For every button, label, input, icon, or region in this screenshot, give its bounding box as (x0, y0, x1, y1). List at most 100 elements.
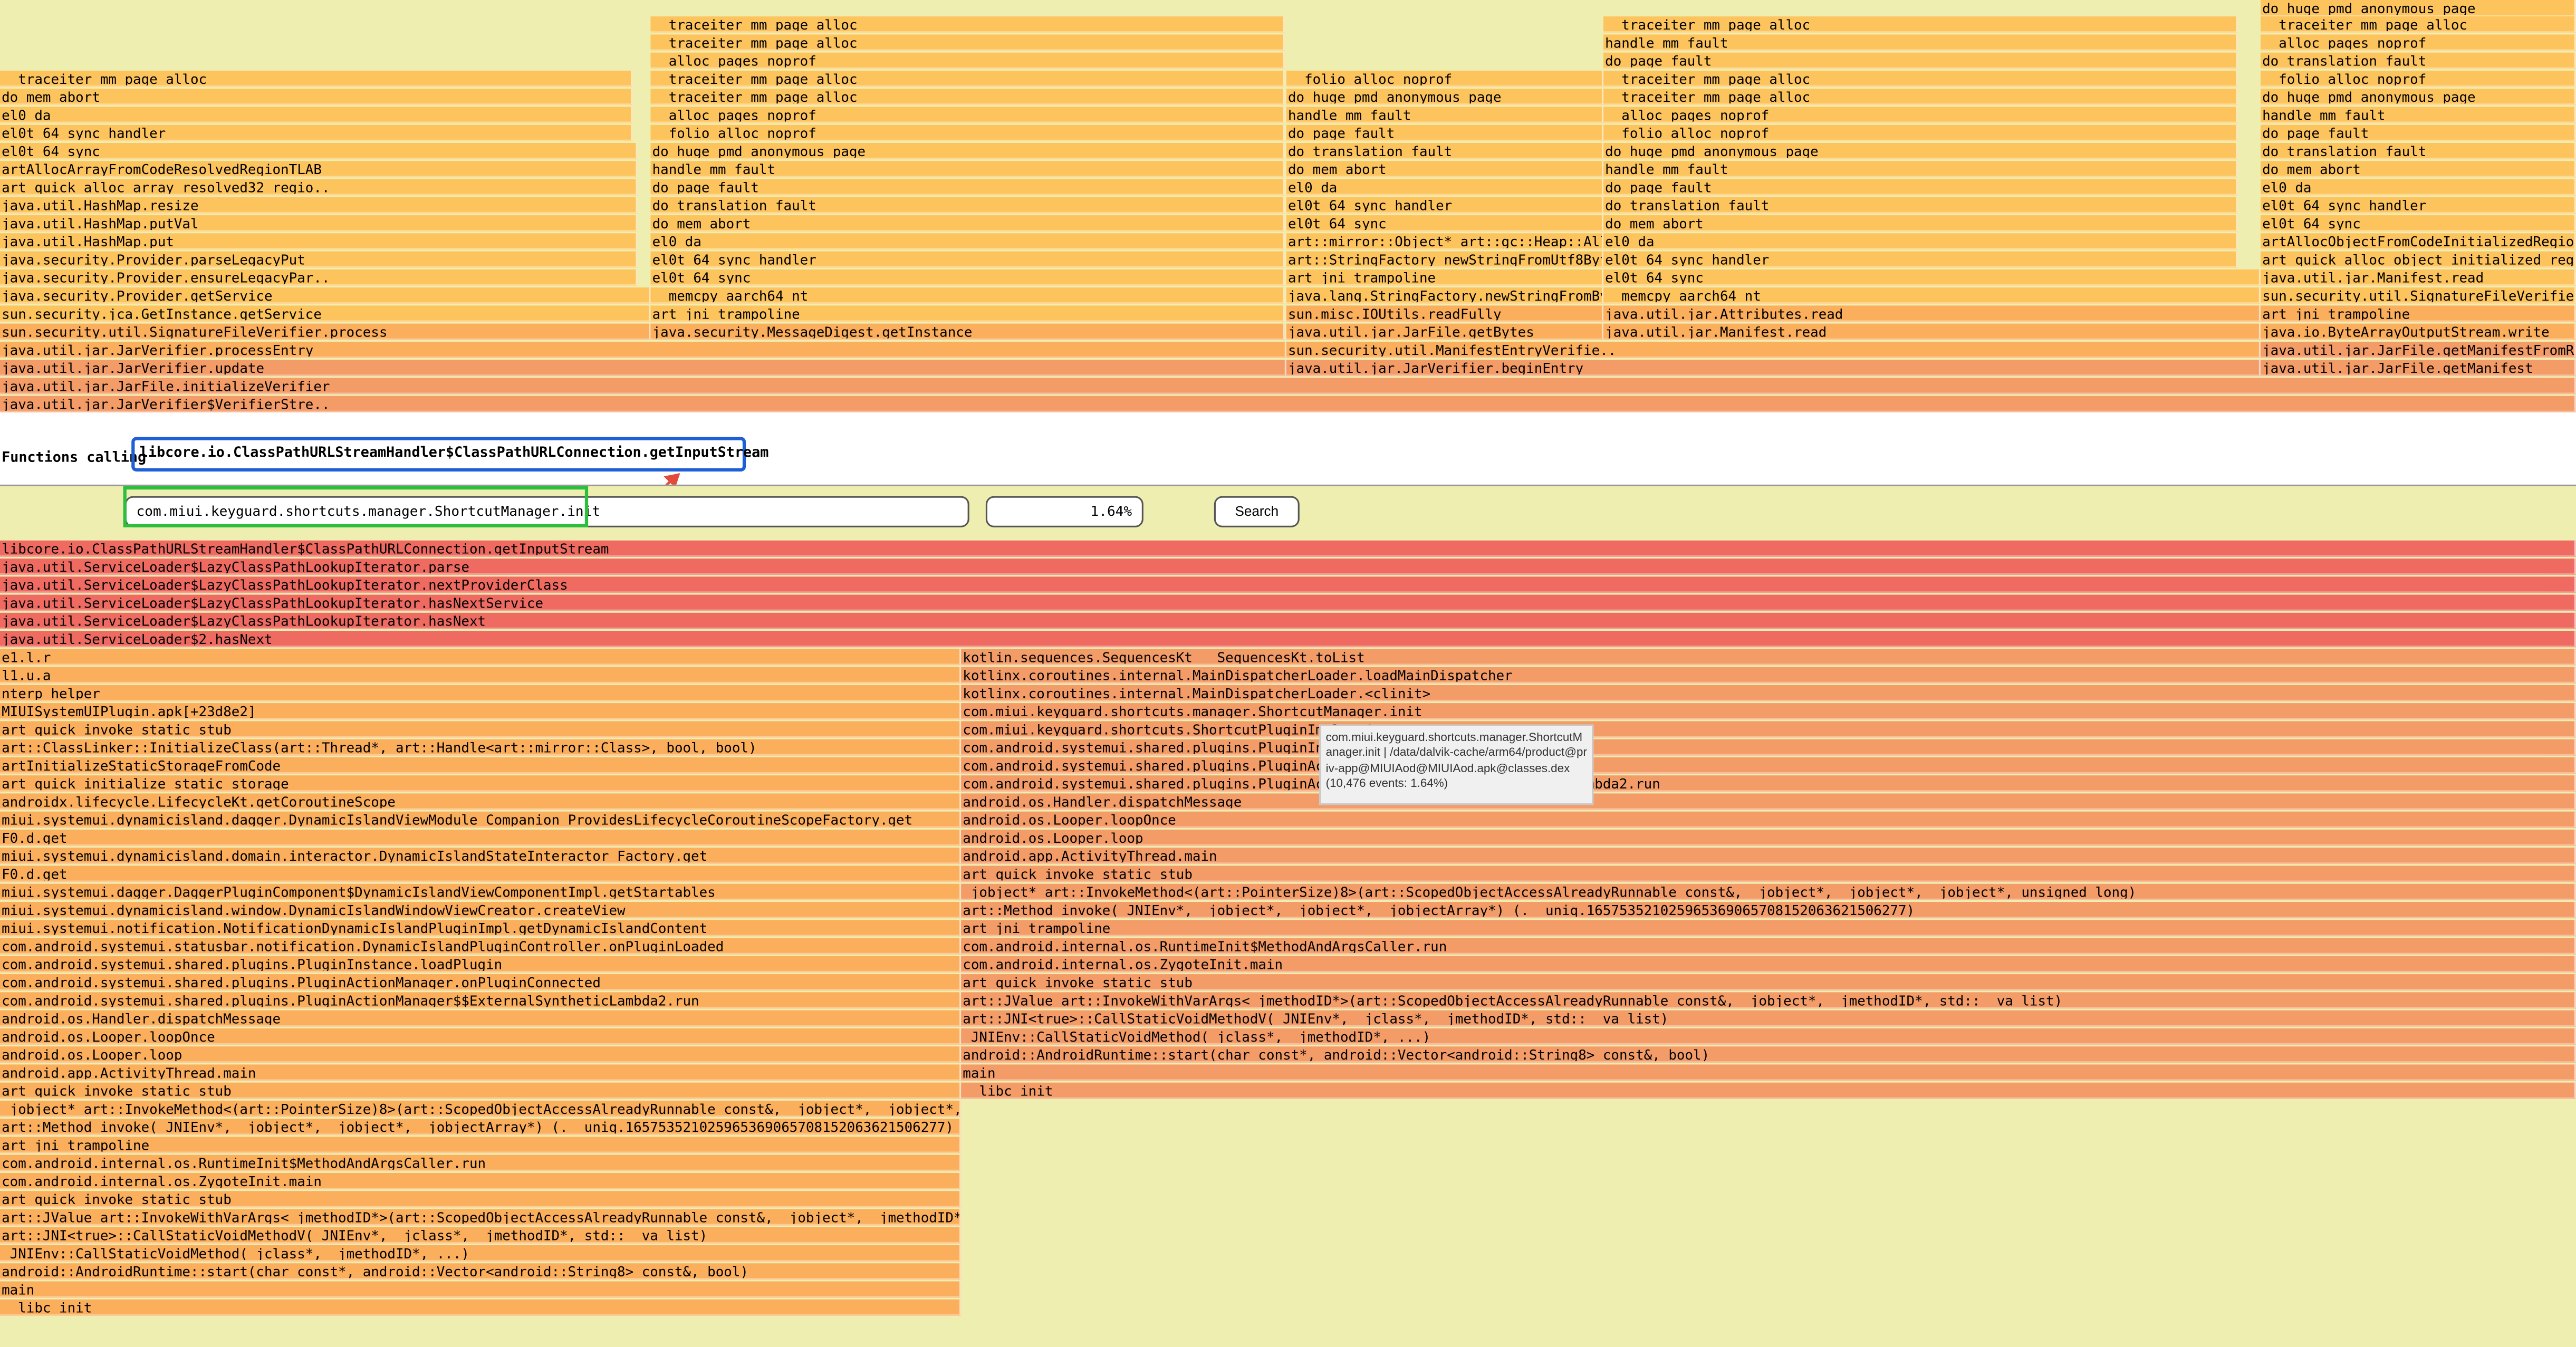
top-flamegraph-frame[interactable]: do_huge_pmd_anonymous_page (1286, 89, 1604, 105)
top-flamegraph-frame[interactable]: el0t_64_sync_handler (2260, 197, 2576, 214)
top-flamegraph-frame[interactable]: do_translation_fault (2260, 142, 2576, 160)
top-flamegraph-frame[interactable]: __folio_alloc_noprof (2260, 70, 2576, 88)
top-flamegraph-frame[interactable]: __traceiter_mm_page_alloc (1603, 89, 2238, 105)
bottom-flamegraph-frame[interactable]: e1.l.r (0, 649, 962, 666)
top-flamegraph-frame[interactable]: artAllocObjectFromCodeInitializedRegionT… (2260, 233, 2576, 250)
top-flamegraph-frame[interactable]: do_huge_pmd_anonymous_page (650, 142, 1285, 160)
top-flamegraph-frame[interactable]: java.security.Provider.getService (0, 287, 651, 304)
bottom-flamegraph-frame[interactable]: kotlinx.coroutines.internal.MainDispatch… (961, 667, 2576, 684)
bottom-flamegraph-frame[interactable]: android.os.Handler.dispatchMessage (961, 793, 2576, 810)
bottom-flamegraph-frame[interactable]: art_quick_invoke_static_stub (0, 1191, 962, 1208)
bottom-flamegraph-frame[interactable]: androidx.lifecycle.LifecycleKt.getCorout… (0, 793, 962, 810)
bottom-flamegraph-frame[interactable]: miui.systemui.dynamicisland.window.Dynam… (0, 902, 962, 919)
top-flamegraph-frame[interactable]: artAllocArrayFromCodeResolvedRegionTLAB (0, 161, 638, 178)
search-button[interactable]: Search (1214, 496, 1300, 527)
bottom-flamegraph-frame[interactable]: art::Method_invoke(_JNIEnv*, _jobject*, … (0, 1119, 962, 1136)
top-flamegraph-frame[interactable]: el0_da (650, 233, 1285, 250)
bottom-flamegraph-frame[interactable]: art_quick_invoke_static_stub (961, 865, 2576, 882)
top-flamegraph-frame[interactable]: __traceiter_mm_page_alloc (650, 16, 1285, 33)
bottom-flamegraph-frame[interactable]: _JNIEnv::CallStaticVoidMethod(_jclass*, … (961, 1028, 2576, 1045)
top-flamegraph-frame[interactable]: do_translation_fault (2260, 52, 2576, 69)
top-flamegraph-frame[interactable]: java.util.jar.JarFile.getManifest (2260, 360, 2576, 377)
bottom-flamegraph-frame[interactable]: art::ClassLinker::InitializeClass(art::T… (0, 739, 962, 756)
top-flamegraph-frame[interactable]: do_mem_abort (0, 89, 633, 105)
bottom-flamegraph-frame[interactable]: com.miui.keyguard.shortcuts.ShortcutPlug… (961, 721, 2576, 738)
top-flamegraph-frame[interactable]: __folio_alloc_noprof (1286, 70, 1604, 88)
bottom-flamegraph-frame[interactable]: __libc_init (0, 1299, 962, 1316)
top-flamegraph-frame[interactable]: __alloc_pages_noprof (650, 107, 1285, 123)
top-flamegraph-frame[interactable]: el0t_64_sync_handler (650, 251, 1285, 268)
bottom-flamegraph-frame[interactable]: art_jni_trampoline (0, 1137, 962, 1153)
bottom-flamegraph-frame[interactable]: android.os.Looper.loop (0, 1046, 962, 1063)
top-flamegraph-frame[interactable]: java.io.ByteArrayOutputStream.write (2260, 323, 2576, 340)
top-flamegraph-frame[interactable]: sun.security.util.SignatureFileVerifier.… (0, 323, 651, 340)
bottom-flamegraph-frame[interactable]: miui.systemui.dagger.DaggerPluginCompone… (0, 883, 962, 900)
bottom-flamegraph-frame[interactable]: nterp_helper (0, 685, 962, 702)
bottom-flamegraph-frame[interactable]: art_quick_initialize_static_storage (0, 775, 962, 792)
top-flamegraph-frame[interactable]: el0t_64_sync (650, 269, 1285, 286)
top-flamegraph-frame[interactable]: sun.security.util.SignatureFileVerifier.… (2260, 287, 2576, 304)
top-flamegraph-frame[interactable]: el0_da (0, 107, 633, 123)
top-flamegraph-frame[interactable]: el0t_64_sync_handler (1603, 251, 2238, 268)
bottom-flamegraph-frame[interactable]: java.util.ServiceLoader$LazyClassPathLoo… (0, 594, 2576, 611)
top-flamegraph-frame[interactable]: el0_da (1286, 179, 1604, 196)
bottom-flamegraph-frame[interactable]: java.util.ServiceLoader$LazyClassPathLoo… (0, 576, 2576, 593)
bottom-flamegraph-frame[interactable]: com.android.systemui.shared.plugins.Plug… (0, 974, 962, 991)
bottom-flamegraph-frame[interactable]: com.android.systemui.shared.plugins.Plug… (0, 956, 962, 973)
top-flamegraph-frame[interactable]: el0t_64_sync (0, 142, 638, 160)
bottom-flamegraph-frame[interactable]: art::JValue art::InvokeWithVarArgs<_jmet… (961, 992, 2576, 1009)
bottom-flamegraph-frame[interactable]: art_jni_trampoline (961, 920, 2576, 937)
bottom-flamegraph-frame[interactable]: _jobject* art::InvokeMethod<(art::Pointe… (0, 1100, 962, 1118)
top-flamegraph-frame[interactable]: __memcpy_aarch64_nt (1603, 287, 2261, 304)
bottom-flamegraph-frame[interactable]: artInitializeStaticStorageFromCode (0, 757, 962, 774)
bottom-flamegraph-frame[interactable]: com.android.internal.os.RuntimeInit$Meth… (0, 1154, 962, 1171)
top-flamegraph-frame[interactable]: __folio_alloc_noprof (650, 124, 1285, 141)
top-flamegraph-frame[interactable]: art_jni_trampoline (2260, 305, 2576, 322)
bottom-flamegraph-frame[interactable]: libcore.io.ClassPathURLStreamHandler$Cla… (0, 540, 2576, 557)
top-flamegraph-frame[interactable]: art_jni_trampoline (1286, 269, 1604, 286)
top-flamegraph-frame[interactable]: sun.misc.IOUtils.readFully (1286, 305, 1604, 322)
bottom-flamegraph-frame[interactable]: _JNIEnv::CallStaticVoidMethod(_jclass*, … (0, 1245, 962, 1262)
bottom-flamegraph-frame[interactable]: com.android.internal.os.ZygoteInit.main (961, 956, 2576, 973)
top-flamegraph-frame[interactable]: do_translation_fault (650, 197, 1285, 214)
top-flamegraph-frame[interactable]: handle_mm_fault (2260, 107, 2576, 123)
bottom-flamegraph-frame[interactable]: art::Method_invoke(_JNIEnv*, _jobject*, … (961, 902, 2576, 919)
bottom-flamegraph-frame[interactable]: java.util.ServiceLoader$LazyClassPathLoo… (0, 559, 2576, 575)
top-flamegraph-frame[interactable]: do_page_fault (1286, 124, 1604, 141)
top-flamegraph-frame[interactable]: do_translation_fault (1286, 142, 1604, 160)
bottom-flamegraph-frame[interactable]: miui.systemui.dynamicisland.dagger.Dynam… (0, 811, 962, 828)
bottom-flamegraph-frame[interactable]: android::AndroidRuntime::start(char cons… (961, 1046, 2576, 1063)
bottom-flamegraph-frame[interactable]: com.android.systemui.shared.plugins.Plug… (961, 775, 2576, 792)
top-flamegraph-frame[interactable]: __traceiter_mm_page_alloc (1603, 70, 2238, 88)
top-flamegraph-frame[interactable]: java.util.HashMap.resize (0, 197, 638, 214)
top-flamegraph-frame[interactable]: java.util.jar.JarFile.getManifestFromRef… (2260, 341, 2576, 359)
top-flamegraph-frame[interactable]: java.util.jar.Manifest.read (1603, 323, 2261, 340)
bottom-flamegraph-frame[interactable]: MIUISystemUIPlugin.apk[+23d8e2] (0, 703, 962, 720)
top-flamegraph-frame[interactable]: do_page_fault (1603, 179, 2238, 196)
top-flamegraph-frame[interactable]: java.util.jar.JarFile.getBytes (1286, 323, 1604, 340)
top-flamegraph-frame[interactable]: handle_mm_fault (650, 161, 1285, 178)
top-flamegraph-frame[interactable]: java.util.HashMap.putVal (0, 215, 638, 232)
bottom-flamegraph-frame[interactable]: l1.u.a (0, 667, 962, 684)
bottom-flamegraph-frame[interactable]: __libc_init (961, 1082, 2576, 1099)
top-flamegraph-frame[interactable]: el0t_64_sync (1603, 269, 2261, 286)
top-flamegraph-frame[interactable]: do_huge_pmd_anonymous_page (2260, 0, 2576, 17)
top-flamegraph-frame[interactable]: __folio_alloc_noprof (1603, 124, 2238, 141)
top-flamegraph-frame[interactable]: __traceiter_mm_page_alloc (1603, 16, 2238, 33)
bottom-flamegraph-frame[interactable]: android.os.Looper.loop (961, 829, 2576, 846)
top-flamegraph-frame[interactable]: el0t_64_sync_handler (0, 124, 633, 141)
top-flamegraph-frame[interactable]: java.util.jar.Manifest.read (2260, 269, 2576, 286)
bottom-flamegraph-frame[interactable]: miui.systemui.dynamicisland.domain.inter… (0, 848, 962, 864)
bottom-flamegraph-frame[interactable]: com.android.systemui.statusbar.notificat… (0, 938, 962, 955)
bottom-flamegraph-frame[interactable]: android::AndroidRuntime::start(char cons… (0, 1263, 962, 1280)
top-flamegraph-frame[interactable]: el0t_64_sync (1286, 215, 1604, 232)
bottom-flamegraph-frame[interactable]: main (961, 1064, 2576, 1081)
top-flamegraph-frame[interactable]: el0_da (2260, 179, 2576, 196)
top-flamegraph-frame[interactable]: java.util.jar.JarVerifier.update (0, 360, 1286, 377)
top-flamegraph-frame[interactable]: __traceiter_mm_page_alloc (0, 70, 633, 88)
bottom-flamegraph-frame[interactable]: kotlin.sequences.SequencesKt___Sequences… (961, 649, 2576, 666)
bottom-flamegraph-frame[interactable]: art::JNI<true>::CallStaticVoidMethodV(_J… (961, 1010, 2576, 1027)
bottom-flamegraph-frame[interactable]: miui.systemui.notification.NotificationD… (0, 920, 962, 937)
top-flamegraph-frame[interactable]: art::mirror::Object* art::gc::Heap::Allo… (1286, 233, 1604, 250)
bottom-flamegraph-frame[interactable]: android.os.Looper.loopOnce (0, 1028, 962, 1045)
